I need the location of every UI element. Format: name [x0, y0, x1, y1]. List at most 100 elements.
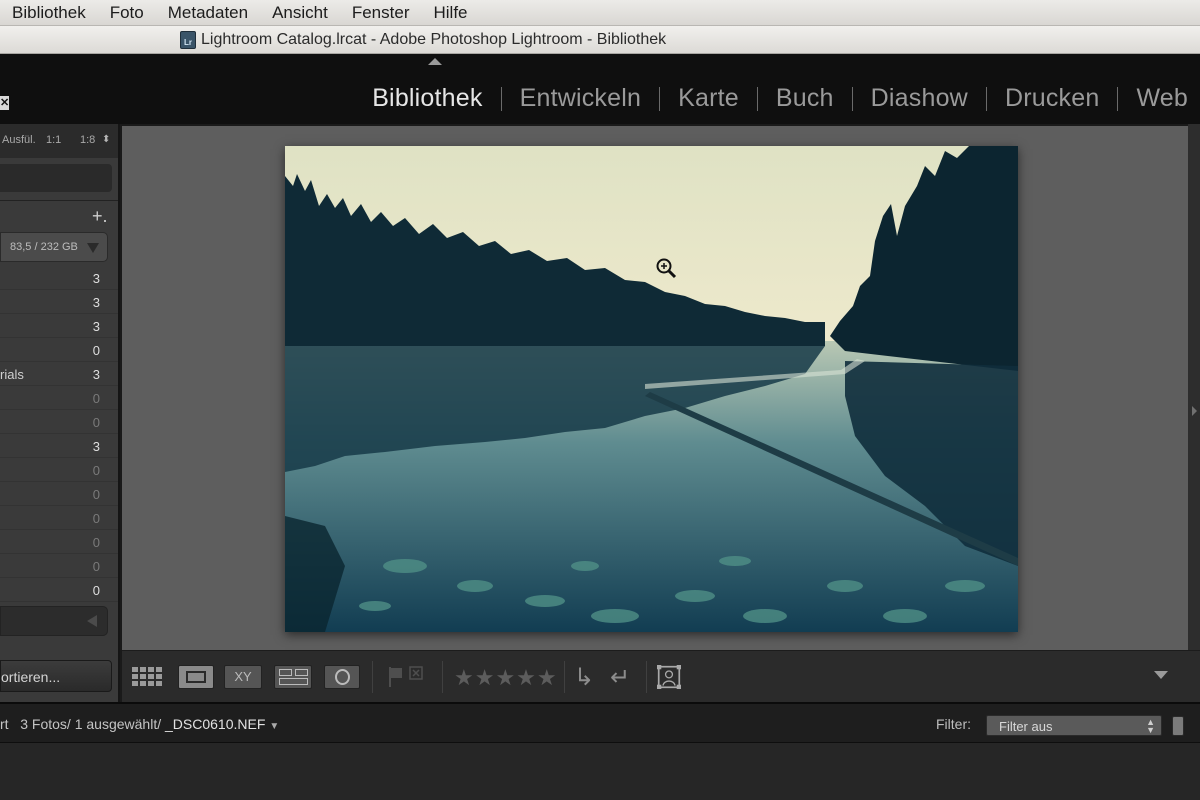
- filmstrip[interactable]: [0, 742, 1200, 800]
- photo-count: 3 Fotos/ 1 ausgewählt/: [20, 716, 162, 732]
- toolbar-separator: [442, 661, 443, 693]
- menu-ansicht[interactable]: Ansicht: [260, 0, 340, 26]
- menu-bibliothek[interactable]: Bibliothek: [0, 0, 98, 26]
- loupe-icon: [186, 671, 206, 683]
- folder-count: 0: [92, 583, 100, 598]
- folder-count: 3: [92, 319, 100, 334]
- module-picker: Bibliothek Entwickeln Karte Buch Diashow…: [372, 84, 1188, 113]
- folder-row[interactable]: 0: [0, 554, 118, 578]
- module-separator: [985, 86, 987, 111]
- folder-row[interactable]: rials 3: [0, 362, 118, 386]
- rotate-right-icon[interactable]: ↵: [610, 663, 630, 692]
- menu-hilfe[interactable]: Hilfe: [421, 0, 479, 26]
- module-web[interactable]: Web: [1136, 84, 1188, 113]
- add-folder-icon[interactable]: +.: [92, 206, 108, 227]
- compare-view-button[interactable]: XY: [224, 665, 262, 689]
- module-karte[interactable]: Karte: [678, 84, 739, 113]
- loupe-view-button[interactable]: [178, 665, 214, 689]
- collapse-top-panel-icon[interactable]: [428, 58, 442, 65]
- window-title-group: Lr Lightroom Catalog.lrcat - Adobe Photo…: [180, 31, 666, 49]
- grid-view-icon[interactable]: [130, 665, 166, 689]
- folder-row[interactable]: 0: [0, 482, 118, 506]
- toolbar-separator: [564, 661, 565, 693]
- folder-row[interactable]: 0: [0, 386, 118, 410]
- rotate-left-icon[interactable]: ↳: [574, 663, 594, 692]
- import-button[interactable]: ortieren...: [0, 660, 112, 692]
- module-bibliothek[interactable]: Bibliothek: [372, 84, 482, 113]
- survey-icon: [279, 669, 292, 676]
- zoom-1-1-option[interactable]: 1:1: [46, 134, 61, 146]
- folder-count: 0: [92, 391, 100, 406]
- folder-row[interactable]: 0: [0, 410, 118, 434]
- folder-row[interactable]: 3: [0, 314, 118, 338]
- menu-metadaten[interactable]: Metadaten: [156, 0, 260, 26]
- folders-header: +.: [0, 200, 118, 232]
- zoom-1-8-option[interactable]: 1:8: [80, 134, 95, 146]
- survey-view-button[interactable]: [274, 665, 312, 689]
- folder-row[interactable]: 0: [0, 338, 118, 362]
- toolbar-separator: [372, 661, 373, 693]
- filmstrip-header: rt 3 Fotos/ 1 ausgewählt/ _DSC0610.NEF ▼ …: [0, 702, 1200, 742]
- right-panel-collapsed[interactable]: [1188, 124, 1200, 650]
- loupe-view[interactable]: [122, 124, 1188, 650]
- module-separator: [1117, 86, 1119, 111]
- breadcrumb-source: rt: [0, 716, 9, 732]
- star-rating[interactable]: ★★★★★: [454, 665, 558, 691]
- folder-row[interactable]: 3: [0, 290, 118, 314]
- module-drucken[interactable]: Drucken: [1005, 84, 1100, 113]
- import-button-label: ortieren...: [1, 669, 61, 685]
- folder-row[interactable]: 0: [0, 458, 118, 482]
- filter-select[interactable]: Filter aus ▲ ▼: [986, 715, 1162, 736]
- module-buch[interactable]: Buch: [776, 84, 834, 113]
- toolbar: XY ★★★★★ ↳ ↵: [122, 650, 1200, 702]
- folder-count: 3: [92, 295, 100, 310]
- close-icon[interactable]: ✕: [0, 96, 9, 110]
- flag-icons[interactable]: [388, 665, 428, 689]
- survey-icon-part: [279, 678, 308, 685]
- folder-row[interactable]: 3: [0, 434, 118, 458]
- select-arrows-icon: ▲ ▼: [1146, 717, 1155, 735]
- toolbar-separator: [646, 661, 647, 693]
- collapsed-panel-header[interactable]: [0, 606, 108, 636]
- folder-row[interactable]: 0: [0, 530, 118, 554]
- menu-foto[interactable]: Foto: [98, 0, 156, 26]
- module-separator: [756, 86, 758, 111]
- folder-count: 3: [92, 271, 100, 286]
- folder-count: 0: [92, 463, 100, 478]
- window-title: Lightroom Catalog.lrcat - Adobe Photosho…: [201, 31, 667, 48]
- collapsed-panel-header[interactable]: [0, 164, 112, 192]
- disclosure-triangle-icon[interactable]: [87, 243, 99, 253]
- module-entwickeln[interactable]: Entwickeln: [520, 84, 642, 113]
- toolbar-content-dropdown-icon[interactable]: [1154, 671, 1168, 679]
- zoom-dropdown-icon[interactable]: ⬍: [102, 134, 110, 145]
- source-breadcrumb[interactable]: rt 3 Fotos/ 1 ausgewählt/ _DSC0610.NEF ▼: [0, 716, 279, 732]
- expand-right-panel-icon[interactable]: [1192, 406, 1197, 416]
- folder-count: 0: [92, 535, 100, 550]
- filename-dropdown-icon[interactable]: ▼: [269, 721, 279, 732]
- module-separator: [659, 86, 661, 111]
- folder-count: 3: [92, 367, 100, 382]
- face-icon: [335, 669, 350, 685]
- lightroom-window: Bibliothek Foto Metadaten Ansicht Fenste…: [0, 0, 1200, 800]
- disclosure-triangle-icon[interactable]: [87, 615, 97, 627]
- module-separator: [500, 86, 502, 111]
- module-diashow[interactable]: Diashow: [871, 84, 968, 113]
- zoom-fill-option[interactable]: Ausfül.: [2, 134, 36, 146]
- volume-capacity: 83,5 / 232 GB: [10, 241, 78, 253]
- folder-row[interactable]: 0: [0, 578, 118, 602]
- volume-bar[interactable]: 83,5 / 232 GB: [0, 232, 108, 262]
- folder-count: 0: [92, 511, 100, 526]
- people-view-button[interactable]: [324, 665, 360, 689]
- filter-value: Filter aus: [999, 719, 1053, 734]
- left-panel: Ausfül. 1:1 1:8 ⬍ +. 83,5 / 232 GB 3 3 3…: [0, 124, 120, 704]
- folder-name: rials: [0, 367, 24, 382]
- folder-row[interactable]: 3: [0, 266, 118, 290]
- folder-row[interactable]: 0: [0, 506, 118, 530]
- title-bar: Lr Lightroom Catalog.lrcat - Adobe Photo…: [0, 26, 1200, 54]
- module-separator: [851, 86, 853, 111]
- folder-count: 3: [92, 439, 100, 454]
- crop-face-icon[interactable]: [654, 665, 684, 689]
- photo-preview[interactable]: [285, 146, 1018, 632]
- filter-lock-icon[interactable]: [1172, 716, 1184, 736]
- menu-fenster[interactable]: Fenster: [340, 0, 422, 26]
